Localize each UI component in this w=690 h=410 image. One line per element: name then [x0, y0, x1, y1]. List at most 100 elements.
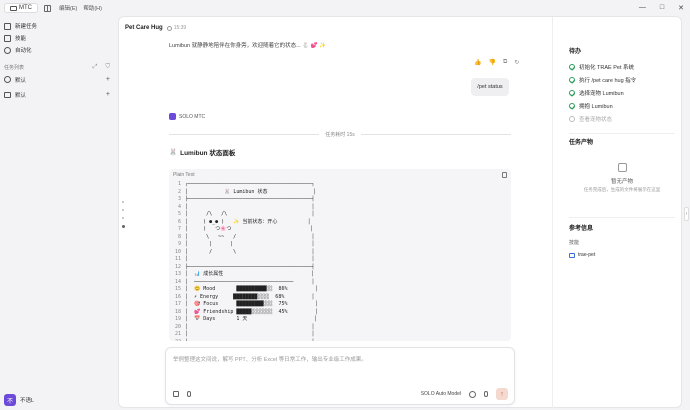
user-message: /pet status	[471, 78, 509, 96]
close-icon[interactable]: ✕	[678, 4, 684, 12]
task-group-default-user[interactable]: 默认 +	[0, 72, 118, 87]
code-line-text: │ 🐰 Lumibun 状态 │	[185, 188, 316, 195]
line-number: 9	[177, 241, 181, 247]
line-number: 10	[174, 248, 181, 255]
folder-icon	[4, 91, 11, 98]
code-line: 22 └─────────────────────────────────────…	[173, 339, 511, 342]
app-label: MTC	[19, 5, 32, 11]
code-language: Plain Text	[173, 172, 195, 178]
attach-icon[interactable]	[187, 391, 191, 397]
thumbs-up-icon[interactable]: 👍	[474, 59, 481, 66]
chat-input-box[interactable]: 举例整理这文间说，解写 PPT、分析 Excel 等日常工作，输出专业级工作成果…	[165, 347, 515, 405]
user-name: 不语L	[20, 398, 35, 404]
code-line: 11 │ │	[173, 256, 511, 264]
todo-item: 拥抱 Lumibun	[569, 102, 613, 110]
code-line: 4 │ │	[173, 204, 511, 212]
code-line: 8 │ \ ~~ / │	[173, 234, 511, 242]
sidebar-item-automation[interactable]: 自动化	[0, 44, 118, 56]
code-line: 19 │ 📅 Days 1 天 │	[173, 316, 511, 324]
skills-label: 技能	[569, 240, 580, 246]
code-line: 2 │ 🐰 Lumibun 状态 │	[173, 189, 511, 197]
line-number: 11	[174, 256, 181, 262]
code-block-header: Plain Text	[169, 169, 511, 181]
code-line-text: │ │	[185, 203, 315, 210]
code-line: 16 │ ⚡ Energy ████████░░░░ 68% │	[173, 294, 511, 302]
rabbit-icon: 🐰	[169, 149, 178, 156]
line-number: 13	[174, 271, 181, 277]
code-line-text: │ ( ●_● ) ✨ 当前状态：开心 │	[185, 218, 311, 225]
image-icon[interactable]	[173, 391, 179, 397]
chat-time-text: 15:39	[173, 25, 187, 31]
line-number: 20	[174, 323, 181, 330]
code-line: 9 │ | | │	[173, 241, 511, 249]
status-panel-title: 🐰 Lumibun 状态面板	[169, 147, 235, 157]
scroll-nav[interactable]	[122, 201, 125, 228]
todo-item: 查看宠物状态	[569, 115, 612, 123]
menu-edit[interactable]: 编辑(E)	[59, 4, 77, 12]
menu-help[interactable]: 帮助(H)	[83, 4, 102, 12]
todo-label: 拥抱 Lumibun	[579, 104, 613, 110]
copy-code-icon[interactable]	[502, 172, 507, 178]
empty-subtitle: 任务完成后，生成的文件将展示在这里	[583, 187, 661, 192]
add-task-button[interactable]: +	[106, 91, 110, 98]
code-line-text: │ ⚡ Energy ████████░░░░ 68% │	[185, 293, 315, 300]
automation-icon	[4, 46, 11, 54]
task-list-label: 任务列表	[4, 64, 25, 71]
code-line: 6 │ ( ●_● ) ✨ 当前状态：开心 │	[173, 219, 511, 227]
app-switcher[interactable]: MTC	[4, 3, 38, 13]
todo-label: 初始化 TRAE Pet 系统	[579, 65, 635, 71]
artifacts-empty: 暂无产物 任务完成后，生成的文件将展示在这里	[569, 163, 675, 193]
code-line-text: │ │	[185, 323, 315, 330]
code-line-text: │ 😊 Mood ██████████░░ 86% │	[185, 286, 318, 292]
maximize-icon[interactable]: □	[660, 4, 664, 12]
app-logo-icon	[10, 5, 17, 11]
retry-icon[interactable]: ↻	[514, 59, 519, 66]
skill-link[interactable]: trae-pet	[569, 252, 595, 258]
sidebar-item-label: 技能	[15, 36, 27, 42]
code-line-text: │ │	[185, 331, 315, 337]
code-line-text: │ 💕 Friendship █████░░░░░░░ 45% │	[185, 308, 318, 315]
code-line-text: │ │	[185, 256, 315, 262]
artifacts-title: 任务产物	[569, 140, 594, 146]
line-number: 8	[177, 233, 181, 240]
task-list-header: 任务列表 ⤢ ⛉	[0, 62, 118, 72]
panel-collapse-handle[interactable]: ›	[684, 207, 689, 221]
chat-title: Pet Care Hug	[125, 25, 163, 31]
line-number: 21	[174, 331, 181, 337]
code-line-text: │ ( つ🌸つ │	[185, 226, 313, 232]
agent-name: SOLO MTC	[179, 113, 206, 120]
user-profile[interactable]: 不 不语L	[4, 394, 34, 406]
copy-icon[interactable]: ⧉	[503, 59, 507, 66]
code-line-text: │ \ ~~ / │	[185, 233, 315, 240]
code-line-text: └───────────────────────────────────────…	[185, 339, 314, 342]
emoji-icon[interactable]	[469, 390, 476, 398]
todo-label: 执行 /pet care hug 指令	[579, 78, 637, 84]
code-line-text: │ /\ /\ │	[185, 211, 315, 217]
sidebar-item-skills[interactable]: 技能	[0, 32, 118, 44]
send-button[interactable]: ↑	[496, 388, 508, 400]
chat-input[interactable]: 举例整理这文间说，解写 PPT、分析 Excel 等日常工作，输出专业级工作成果…	[173, 355, 367, 363]
line-number: 12	[174, 263, 181, 270]
todo-item: 选择宠物 Lumibun	[569, 89, 624, 97]
sidebar-item-new-task[interactable]: 新建任务	[0, 20, 118, 32]
right-panel: 待办 初始化 TRAE Pet 系统 执行 /pet care hug 指令 选…	[552, 17, 682, 409]
code-line: 12 ├─────────────────────────────────────…	[173, 264, 511, 272]
filter-icon[interactable]: ⛉	[105, 64, 110, 71]
expand-icon[interactable]: ⤢	[93, 64, 98, 71]
minimize-icon[interactable]: —	[639, 4, 646, 12]
clock-icon	[166, 25, 172, 31]
line-number: 16	[174, 293, 181, 300]
title-bar: MTC 编辑(E) 帮助(H) — □ ✕	[0, 0, 690, 16]
todo-title: 待办	[569, 49, 582, 55]
thumbs-down-icon[interactable]: 👎	[488, 59, 495, 66]
mic-icon[interactable]	[484, 391, 488, 397]
task-group-default-folder[interactable]: 默认 +	[0, 87, 118, 102]
code-line-text: │ 📊 成长属性 │	[185, 271, 314, 277]
pending-icon	[569, 116, 575, 122]
sidebar-toggle-icon[interactable]	[44, 4, 51, 12]
line-number: 19	[174, 316, 181, 322]
chat-column: Lumibun 就静静地陪伴在你身旁，欢迎随着它的状态... 🐇 💕 ✨ 👍 👎…	[169, 41, 519, 341]
add-task-button[interactable]: +	[106, 76, 110, 83]
code-line: 20 │ │	[173, 324, 511, 332]
model-selector[interactable]: SOLO Auto Model	[421, 391, 461, 397]
